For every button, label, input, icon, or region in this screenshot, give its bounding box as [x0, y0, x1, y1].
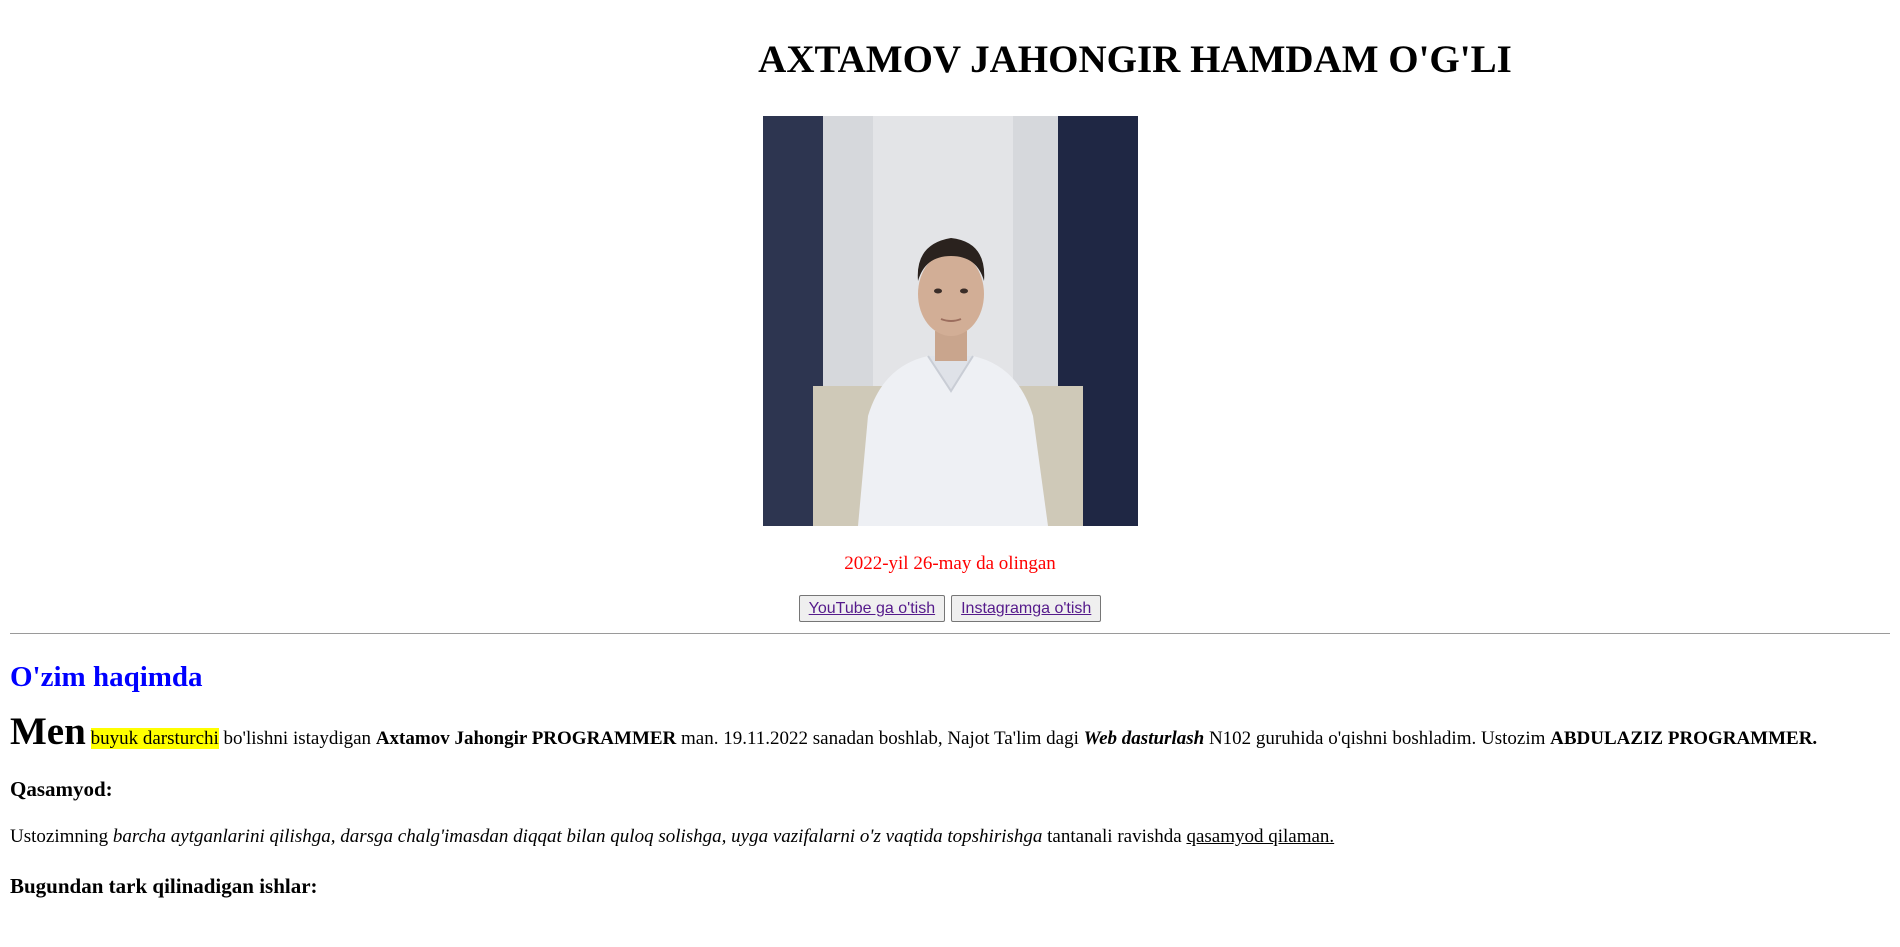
oath-heading: Qasamyod: — [10, 777, 113, 801]
about-name: Axtamov Jahongir PROGRAMMER — [375, 728, 677, 749]
about-text-2: man. 19.11.2022 sanadan boshlab, Najot T… — [676, 728, 1084, 749]
about-paragraph: Men buyuk darsturchi bo'lishni istaydiga… — [10, 712, 1890, 752]
social-links: YouTube ga o'tish Instagramga o'tish — [10, 595, 1890, 623]
quit-heading: Bugundan tark qilinadigan ishlar: — [10, 874, 318, 898]
page-title: AXTAMOV JAHONGIR HAMDAM O'G'LI — [758, 38, 1512, 81]
profile-photo — [762, 116, 1138, 526]
oath-underlined: qasamyod qilaman. — [1186, 826, 1335, 847]
highlighted-text: buyuk darsturchi — [90, 728, 219, 749]
about-heading: O'zim haqimda — [10, 661, 203, 693]
portrait-image — [762, 116, 1138, 526]
oath-paragraph: Ustozimning barcha aytganlarini qilishga… — [10, 825, 1890, 849]
oath-text-1: Ustozimning — [10, 826, 113, 847]
about-big-word: Men — [10, 710, 86, 753]
page: AXTAMOV JAHONGIR HAMDAM O'G'LI 2022-yil … — [0, 0, 1900, 899]
photo-container — [10, 116, 1890, 526]
about-course: Web dasturlash — [1083, 728, 1205, 749]
oath-italic: barcha aytganlarini qilishga, darsga cha… — [112, 826, 1043, 847]
divider — [10, 633, 1890, 634]
about-text-3: N102 guruhida o'qishni boshladim. Ustozi… — [1204, 728, 1551, 749]
photo-caption: 2022-yil 26-may da olingan — [844, 553, 1056, 574]
youtube-button[interactable]: YouTube ga o'tish — [798, 595, 946, 622]
instagram-button[interactable]: Instagramga o'tish — [951, 595, 1102, 622]
about-teacher: ABDULAZIZ PROGRAMMER. — [1550, 728, 1818, 749]
oath-text-2: tantanali ravishda — [1042, 826, 1187, 847]
about-text-1: bo'lishni istaydigan — [218, 728, 376, 749]
